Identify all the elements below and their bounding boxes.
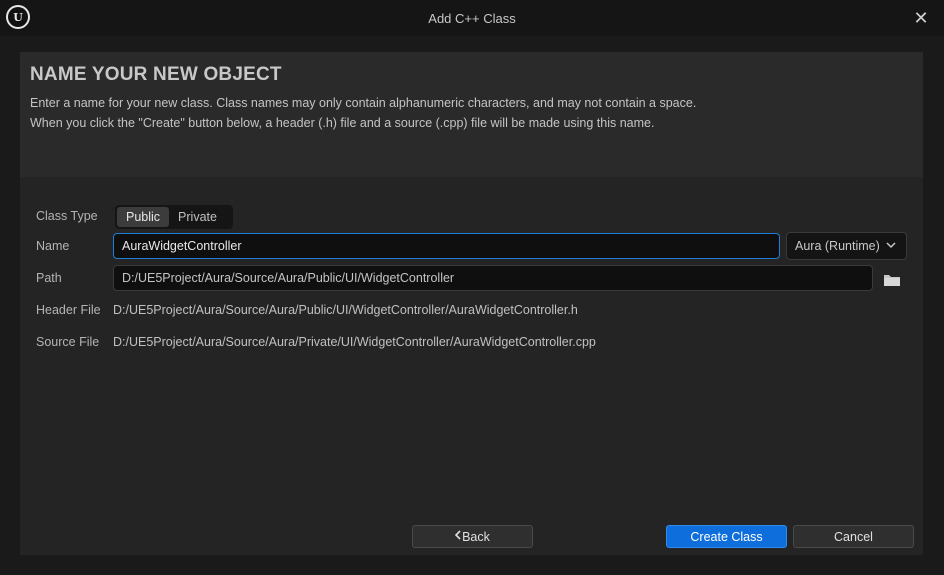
class-type-public-option[interactable]: Public [117, 207, 170, 227]
class-type-label: Class Type [36, 209, 98, 223]
module-dropdown[interactable]: Aura (Runtime) [786, 232, 907, 260]
close-icon[interactable]: ✕ [912, 9, 930, 27]
cancel-button[interactable]: Cancel [793, 525, 914, 548]
title-bar: U Add C++ Class ✕ [0, 0, 944, 36]
path-label: Path [36, 271, 62, 285]
dialog-content: NAME YOUR NEW OBJECT Enter a name for yo… [20, 52, 923, 555]
create-class-button[interactable]: Create Class [666, 525, 787, 548]
chevron-left-icon [454, 530, 461, 543]
description-line-2: When you click the "Create" button below… [30, 116, 655, 130]
back-button[interactable]: Back [412, 525, 533, 548]
class-type-toggle: Public Private [115, 205, 233, 229]
back-button-label: Back [462, 529, 490, 544]
page-title: NAME YOUR NEW OBJECT [30, 64, 282, 85]
path-input[interactable]: D:/UE5Project/Aura/Source/Aura/Public/UI… [113, 265, 873, 291]
description-line-1: Enter a name for your new class. Class n… [30, 96, 697, 110]
class-name-input[interactable]: AuraWidgetController [113, 233, 780, 259]
module-dropdown-value: Aura (Runtime) [795, 239, 880, 253]
class-type-private-option[interactable]: Private [169, 207, 226, 227]
header-file-value: D:/UE5Project/Aura/Source/Aura/Public/UI… [113, 303, 578, 317]
name-label: Name [36, 239, 70, 253]
header-file-label: Header File [36, 303, 101, 317]
header-section: NAME YOUR NEW OBJECT Enter a name for yo… [20, 52, 923, 177]
chevron-down-icon [886, 240, 896, 252]
source-file-label: Source File [36, 335, 100, 349]
folder-icon[interactable] [883, 273, 901, 287]
window-title: Add C++ Class [428, 11, 516, 26]
source-file-value: D:/UE5Project/Aura/Source/Aura/Private/U… [113, 335, 596, 349]
